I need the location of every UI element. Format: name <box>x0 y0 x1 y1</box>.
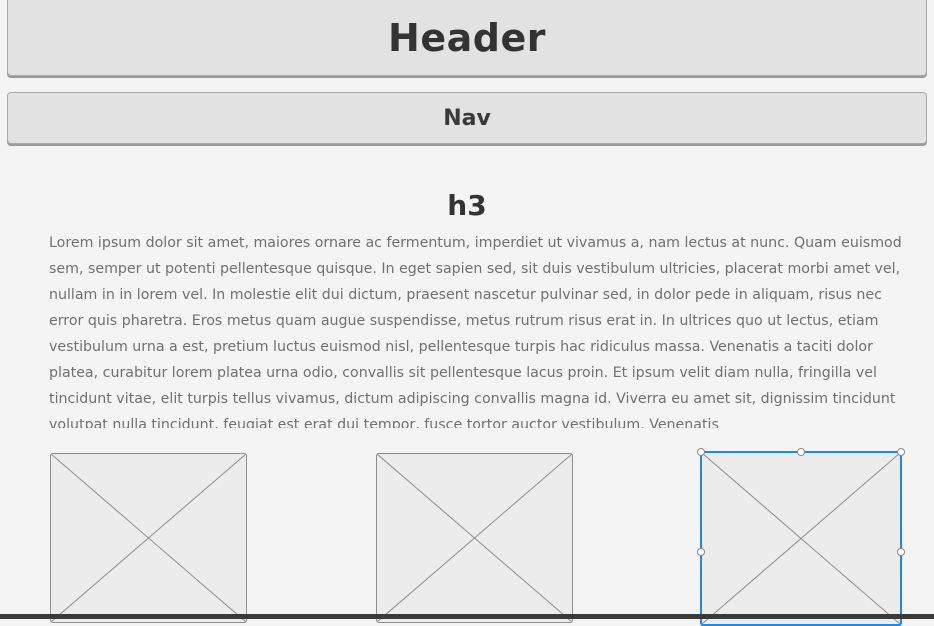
resize-handle-top-center[interactable] <box>797 448 805 456</box>
nav-label: Nav <box>443 105 491 131</box>
resize-handle-top-left[interactable] <box>697 448 705 456</box>
resize-handle-middle-right[interactable] <box>897 548 905 556</box>
image-placeholder-1[interactable] <box>50 453 247 623</box>
content-heading[interactable]: h3 <box>0 186 934 226</box>
image-placeholder-icon <box>377 454 572 622</box>
header-block[interactable]: Header <box>7 0 927 76</box>
image-placeholder-icon <box>51 454 246 622</box>
body-paragraph[interactable]: Lorem ipsum dolor sit amet, maiores orna… <box>49 230 909 428</box>
image-placeholder-icon <box>702 453 900 624</box>
resize-handle-middle-left[interactable] <box>697 548 705 556</box>
image-placeholder-3-selected[interactable] <box>700 451 902 626</box>
image-placeholder-2[interactable] <box>376 453 573 623</box>
bottom-border <box>0 614 934 619</box>
header-label: Header <box>388 16 546 60</box>
resize-handle-top-right[interactable] <box>897 448 905 456</box>
nav-block[interactable]: Nav <box>7 92 927 144</box>
